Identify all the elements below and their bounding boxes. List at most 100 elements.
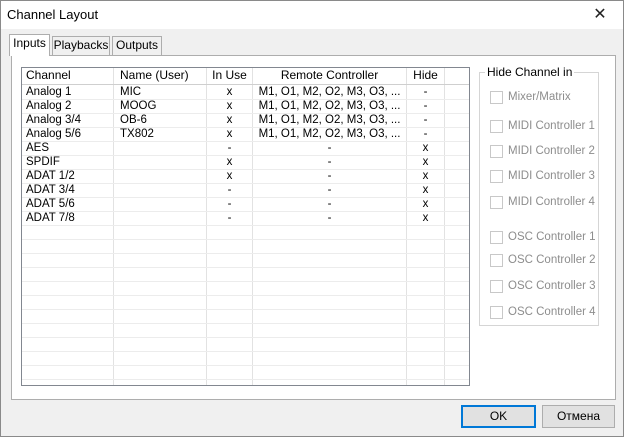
column-header-name[interactable]: Name (User): [120, 68, 189, 84]
in-use-cell: x: [226, 128, 233, 140]
hide-cell: -: [423, 86, 428, 98]
hide-cell: x: [422, 184, 429, 196]
row-divider: [22, 365, 469, 366]
row-divider: [22, 323, 469, 324]
remote-controller-cell: -: [327, 198, 332, 210]
row-divider: [22, 295, 469, 296]
name-cell: MOOG: [120, 100, 157, 112]
hide-cell: x: [422, 170, 429, 182]
column-header-hide[interactable]: Hide: [407, 68, 444, 84]
hide-channel-group-label: Hide Channel in: [485, 65, 575, 79]
hide-option-checkbox[interactable]: [490, 280, 503, 293]
table-row[interactable]: Analog 5/6 TX802 x M1, O1, M2, O2, M3, O3, …: [22, 127, 469, 141]
remote-controller-cell: M1, O1, M2, O2, M3, O3, ...: [258, 114, 401, 126]
hide-cell: -: [423, 100, 428, 112]
channel-cell: Analog 2: [26, 100, 72, 112]
hide-option-checkbox[interactable]: [490, 306, 503, 319]
channel-cell: ADAT 5/6: [26, 198, 75, 210]
column-header-in-use[interactable]: In Use: [207, 68, 252, 84]
hide-cell: x: [422, 212, 429, 224]
table-row[interactable]: ADAT 5/6 - - x: [22, 197, 469, 211]
remote-controller-cell: M1, O1, M2, O2, M3, O3, ...: [258, 128, 401, 140]
name-cell: [120, 169, 204, 183]
table-row[interactable]: SPDIF x - x: [22, 155, 469, 169]
table-row[interactable]: Analog 2 MOOG x M1, O1, M2, O2, M3, O3, ...…: [22, 99, 469, 113]
hide-option-checkbox[interactable]: [490, 145, 503, 158]
remote-controller-cell: -: [327, 212, 332, 224]
row-divider: [22, 225, 469, 226]
row-divider: [22, 253, 469, 254]
row-divider: [22, 379, 469, 380]
hide-option-checkbox[interactable]: [490, 170, 503, 183]
hide-option-label: MIDI Controller 4: [508, 196, 595, 208]
window-title: Channel Layout: [7, 7, 99, 22]
hide-option-label: OSC Controller 1: [508, 231, 596, 243]
hide-option-checkbox[interactable]: [490, 91, 503, 104]
tab-inputs[interactable]: Inputs: [9, 34, 50, 56]
title-bar: Channel Layout ✕: [1, 1, 623, 29]
hide-option-label: OSC Controller 4: [508, 306, 596, 318]
hide-option-checkbox[interactable]: [490, 120, 503, 133]
table-row[interactable]: AES - - x: [22, 141, 469, 155]
close-icon[interactable]: ✕: [577, 1, 623, 29]
table-row[interactable]: ADAT 3/4 - - x: [22, 183, 469, 197]
remote-controller-cell: -: [327, 142, 332, 154]
remote-controller-cell: -: [327, 156, 332, 168]
in-use-cell: x: [226, 114, 233, 126]
hide-cell: -: [423, 128, 428, 140]
row-divider: [22, 309, 469, 310]
name-cell: [120, 141, 204, 155]
cancel-button[interactable]: Отмена: [542, 405, 615, 428]
hide-option-checkbox[interactable]: [490, 231, 503, 244]
channel-cell: AES: [26, 142, 50, 154]
row-divider: [22, 281, 469, 282]
channel-cell: SPDIF: [26, 156, 60, 168]
hide-option-label: OSC Controller 2: [508, 254, 596, 266]
hide-option-label: OSC Controller 3: [508, 280, 596, 292]
tab-playbacks[interactable]: Playbacks: [52, 36, 110, 55]
channel-cell: Analog 5/6: [26, 128, 81, 140]
name-cell: [120, 155, 204, 169]
remote-controller-cell: M1, O1, M2, O2, M3, O3, ...: [258, 100, 401, 112]
hide-cell: x: [422, 198, 429, 210]
channel-cell: ADAT 3/4: [26, 184, 75, 196]
ok-button[interactable]: OK: [461, 405, 536, 428]
channel-cell: Analog 3/4: [26, 114, 81, 126]
in-use-cell: -: [227, 142, 232, 154]
in-use-cell: x: [226, 156, 233, 168]
table-row[interactable]: Analog 1 MIC x M1, O1, M2, O2, M3, O3, ... -: [22, 85, 469, 99]
channel-cell: ADAT 7/8: [26, 212, 75, 224]
column-header-remote-controller[interactable]: Remote Controller: [253, 68, 406, 84]
hide-option-label: MIDI Controller 1: [508, 120, 595, 132]
hide-cell: x: [422, 156, 429, 168]
hide-option-checkbox[interactable]: [490, 196, 503, 209]
in-use-cell: -: [227, 198, 232, 210]
table-row[interactable]: ADAT 1/2 x - x: [22, 169, 469, 183]
channel-cell: ADAT 1/2: [26, 170, 75, 182]
name-cell: OB-6: [120, 114, 147, 126]
name-cell: [120, 211, 204, 225]
row-divider: [22, 351, 469, 352]
hide-option-checkbox[interactable]: [490, 254, 503, 267]
remote-controller-cell: -: [327, 184, 332, 196]
remote-controller-cell: M1, O1, M2, O2, M3, O3, ...: [258, 86, 401, 98]
channel-cell: Analog 1: [26, 86, 72, 98]
table-row[interactable]: Analog 3/4 OB-6 x M1, O1, M2, O2, M3, O3, .…: [22, 113, 469, 127]
in-use-cell: -: [227, 184, 232, 196]
column-header-channel[interactable]: Channel: [26, 68, 71, 84]
table-row[interactable]: ADAT 7/8 - - x: [22, 211, 469, 225]
tab-outputs[interactable]: Outputs: [112, 36, 162, 55]
in-use-cell: -: [227, 212, 232, 224]
in-use-cell: x: [226, 86, 233, 98]
hide-cell: x: [422, 142, 429, 154]
remote-controller-cell: -: [327, 170, 332, 182]
name-cell: [120, 197, 204, 211]
row-divider: [22, 239, 469, 240]
in-use-cell: x: [226, 100, 233, 112]
name-cell: [120, 183, 204, 197]
channel-table[interactable]: Channel Name (User) In Use Remote Contro…: [21, 67, 470, 386]
table-header: Channel Name (User) In Use Remote Contro…: [22, 68, 469, 85]
name-cell: MIC: [120, 86, 142, 98]
name-cell: TX802: [120, 128, 154, 140]
hide-cell: -: [423, 114, 428, 126]
